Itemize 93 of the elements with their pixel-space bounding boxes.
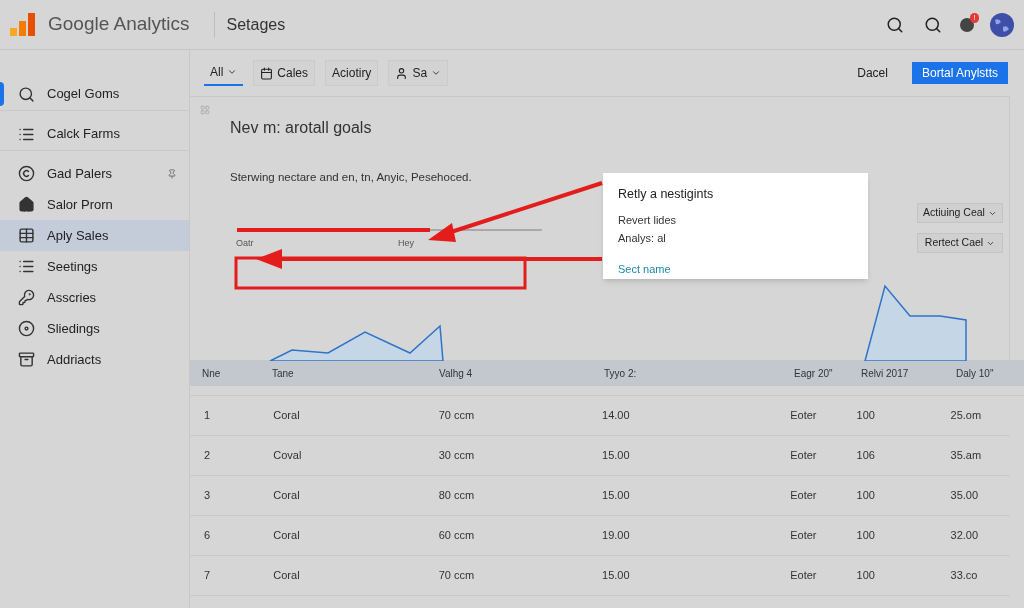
table-cell-text: Coval (273, 448, 303, 464)
active-indicator (0, 82, 4, 106)
table-cell-text: 35.am (950, 448, 983, 464)
key-icon (18, 289, 35, 306)
popover-title: Retly a nestigints (618, 186, 715, 203)
sidebar-item[interactable]: Sliedings (0, 313, 189, 344)
bar-chart-logo-icon (10, 11, 38, 38)
annotation-label: Hey (398, 237, 414, 250)
sidebar-item[interactable]: Asscries (0, 282, 189, 313)
page-title: Setages (226, 14, 286, 35)
caret-icon (227, 67, 238, 77)
table-row[interactable]: 1 Coral 70 ccm 14.00 Eoter 100 25.om (190, 396, 1010, 436)
notification-icon[interactable] (960, 17, 974, 32)
cancel-button[interactable]: Dacel (851, 62, 894, 84)
table-cell-text: 100 (856, 488, 876, 504)
popover-text: Analys: al (618, 231, 667, 247)
table-cell-text: Coral (273, 528, 301, 544)
table-cell-text: 106 (856, 448, 876, 464)
sidebar-item[interactable]: Gad Palers (0, 158, 189, 189)
popover-text: Revert lides (618, 212, 678, 228)
column-header[interactable]: Tyyo 2: (604, 365, 794, 381)
table-cell-text: 70 ccm (438, 408, 476, 424)
globe-avatar-icon[interactable] (990, 12, 1014, 37)
table-cell-text: 100 (856, 568, 876, 584)
toolbar-tab[interactable]: Cales (253, 60, 316, 86)
search-icon[interactable] (924, 15, 942, 34)
sidebar-item[interactable]: Addriacts (0, 344, 189, 375)
sidebar-item[interactable]: Cogel Goms (0, 78, 189, 111)
table-cell-text: 3 (204, 488, 212, 504)
table-cell-text: 1 (204, 408, 212, 424)
popover-link[interactable]: Sect name (618, 260, 853, 278)
table-cell-text: 70 ccm (438, 568, 476, 584)
toolbar-tab[interactable]: Sa (388, 60, 449, 86)
table-row[interactable]: 7 Coral 70 ccm 15.00 Eoter 100 33.co (190, 556, 1010, 596)
grid-icon (200, 105, 210, 115)
toolbar-tab[interactable]: Aciotiry (325, 60, 379, 86)
table-cell-text: 100 (856, 528, 876, 544)
home-icon (18, 196, 35, 213)
table-cell-text: 15.00 (602, 568, 631, 584)
goal-dropdown[interactable]: Actiuing Ceal (917, 203, 1003, 223)
column-header[interactable]: Relvi 2017 (861, 365, 956, 381)
column-header[interactable]: Eagr 20" (794, 365, 861, 381)
table-cell-text: Eoter (790, 568, 818, 584)
table-cell-text: 80 ccm (438, 488, 476, 504)
table-cell-text: 100 (856, 408, 876, 424)
table-cell-text: Coral (273, 488, 301, 504)
column-header[interactable]: Nne (202, 365, 272, 381)
table-cell-text: 25.om (950, 408, 983, 424)
panel-subtitle: Sterwing nectare and en, tn, Anyic, Pesehoced. (230, 170, 473, 185)
table-cell-text: Eoter (790, 488, 818, 504)
table-cell-text: 7 (204, 568, 212, 584)
table-cell-text: Coral (273, 568, 301, 584)
table-cell-text: 6 (204, 528, 212, 544)
table-icon (18, 227, 35, 244)
sidebar-item[interactable]: Salor Prorn (0, 189, 189, 220)
table-cell-text: 32.00 (950, 528, 980, 544)
table-row[interactable]: 3 Coral 80 ccm 15.00 Eoter 100 35.00 (190, 476, 1010, 516)
primary-button[interactable]: Bortal Anylstts (911, 62, 1008, 84)
goal-dropdown[interactable]: Rertect Cael (917, 233, 1003, 253)
caret-icon (431, 68, 442, 78)
sidebar-item[interactable]: Seetings (0, 251, 189, 282)
circle-letter-icon (18, 165, 35, 182)
table-cell-text: Eoter (790, 528, 818, 544)
panel-title: Nev m: arotall goals (230, 118, 373, 138)
table-cell-text: 19.00 (602, 528, 631, 544)
table-cell-text: 35.00 (950, 488, 980, 504)
disc-icon (18, 320, 35, 337)
person-icon (395, 66, 409, 80)
calendar-icon (260, 66, 274, 80)
table-cell-text: 33.co (950, 568, 979, 584)
table-cell-text: Coral (273, 408, 301, 424)
list-icon (18, 258, 35, 275)
search-icon (18, 85, 35, 103)
app-name: Google Analytics (48, 12, 190, 37)
table-cell-text: 14.00 (602, 408, 631, 424)
sidebar-item[interactable]: Calck Farms (0, 118, 189, 151)
table-row[interactable]: 2 Coval 30 ccm 15.00 Eoter 106 35.am (190, 436, 1010, 476)
annotation-label: Oatr (236, 237, 254, 250)
table-cell-text: 2 (204, 448, 212, 464)
column-header[interactable]: Daly 10" (956, 365, 1016, 381)
table-cell-text: 15.00 (602, 488, 631, 504)
column-header[interactable]: Valhg 4 (439, 365, 604, 381)
table-row[interactable]: 6 Coral 60 ccm 19.00 Eoter 100 32.00 (190, 516, 1010, 556)
toolbar-tab[interactable]: All (204, 60, 244, 86)
table-cell-text: 15.00 (602, 448, 631, 464)
drawer-icon (18, 351, 35, 368)
table-cell-text: 30 ccm (438, 448, 476, 464)
table-cell-text: 60 ccm (438, 528, 476, 544)
column-header[interactable]: Tane (272, 365, 439, 381)
table-cell-text: Eoter (790, 448, 818, 464)
sidebar-item[interactable]: Aply Sales (0, 220, 189, 251)
search-icon[interactable] (886, 15, 904, 34)
table-cell-text: Eoter (790, 408, 818, 424)
